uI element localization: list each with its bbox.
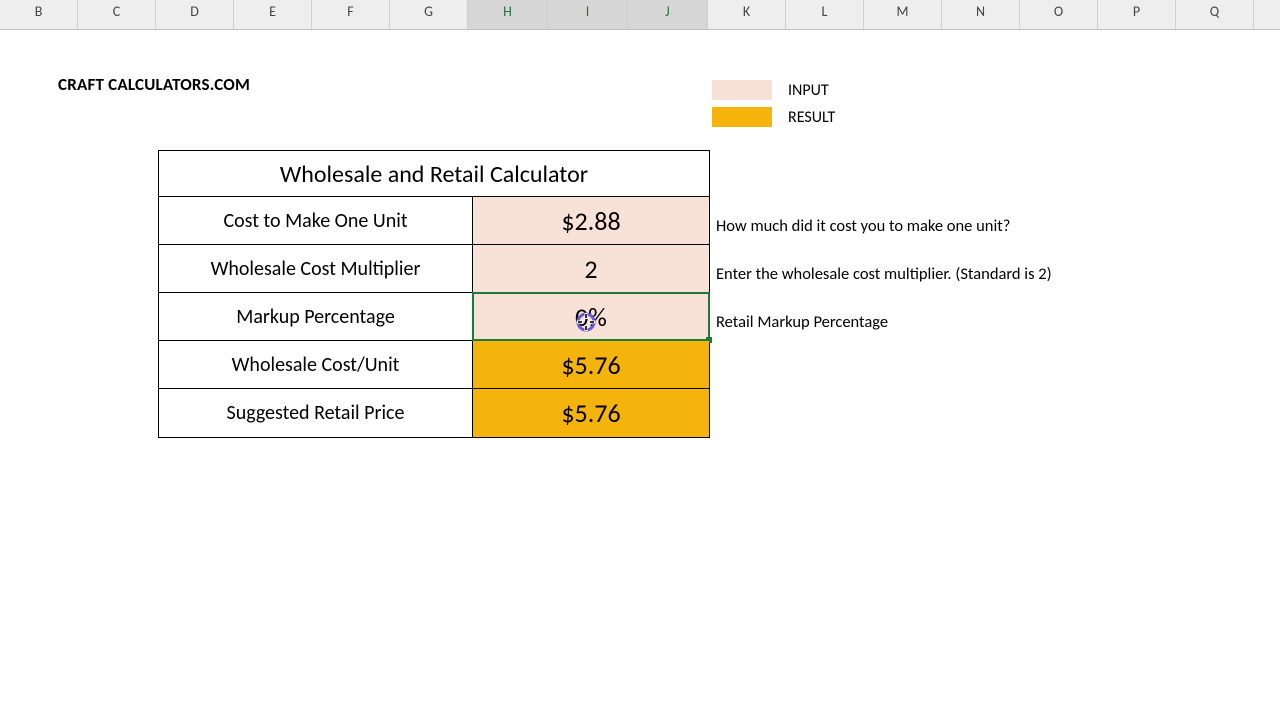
column-header-F[interactable]: F bbox=[312, 0, 390, 29]
column-header-E[interactable]: E bbox=[234, 0, 312, 29]
column-header-Q[interactable]: Q bbox=[1176, 0, 1254, 29]
calc-value-3: $5.76 bbox=[473, 341, 709, 388]
column-header-G[interactable]: G bbox=[390, 0, 468, 29]
column-header-H[interactable]: H bbox=[468, 0, 548, 29]
legend-row-result: RESULT bbox=[712, 105, 835, 129]
hint-2: Retail Markup Percentage bbox=[716, 298, 1052, 346]
column-header-N[interactable]: N bbox=[942, 0, 1020, 29]
brand-title: CRAFT CALCULATORS.COM bbox=[58, 74, 250, 95]
hint-3 bbox=[716, 346, 1052, 394]
column-header-I[interactable]: I bbox=[548, 0, 628, 29]
column-header-L[interactable]: L bbox=[786, 0, 864, 29]
calculator-title: Wholesale and Retail Calculator bbox=[159, 151, 709, 197]
column-header-C[interactable]: C bbox=[78, 0, 156, 29]
legend-swatch-result bbox=[712, 107, 772, 127]
calc-label-0: Cost to Make One Unit bbox=[159, 197, 473, 244]
column-header-P[interactable]: P bbox=[1098, 0, 1176, 29]
calc-value-0[interactable]: $2.88 bbox=[473, 197, 709, 244]
column-header-O[interactable]: O bbox=[1020, 0, 1098, 29]
calc-row-3: Wholesale Cost/Unit$5.76 bbox=[159, 341, 709, 389]
spreadsheet-area[interactable]: CRAFT CALCULATORS.COM INPUT RESULT Whole… bbox=[0, 30, 1280, 720]
hint-4 bbox=[716, 394, 1052, 442]
calc-label-2: Markup Percentage bbox=[159, 293, 473, 340]
hint-0: How much did it cost you to make one uni… bbox=[716, 202, 1052, 250]
calc-row-4: Suggested Retail Price$5.76 bbox=[159, 389, 709, 437]
column-header-D[interactable]: D bbox=[156, 0, 234, 29]
column-header-B[interactable]: B bbox=[0, 0, 78, 29]
hint-column: How much did it cost you to make one uni… bbox=[716, 202, 1052, 442]
calc-row-1: Wholesale Cost Multiplier2 bbox=[159, 245, 709, 293]
column-header-M[interactable]: M bbox=[864, 0, 942, 29]
legend-swatch-input bbox=[712, 80, 772, 100]
calc-row-2: Markup Percentage0% bbox=[159, 293, 709, 341]
legend: INPUT RESULT bbox=[712, 78, 835, 132]
calc-value-4: $5.76 bbox=[473, 389, 709, 437]
legend-label-result: RESULT bbox=[788, 108, 835, 127]
column-header-J[interactable]: J bbox=[628, 0, 708, 29]
calculator-table: Wholesale and Retail Calculator Cost to … bbox=[158, 150, 710, 438]
calc-row-0: Cost to Make One Unit$2.88 bbox=[159, 197, 709, 245]
column-header-K[interactable]: K bbox=[708, 0, 786, 29]
column-header-row: BCDEFGHIJKLMNOPQ bbox=[0, 0, 1280, 30]
legend-label-input: INPUT bbox=[788, 81, 829, 100]
calc-label-3: Wholesale Cost/Unit bbox=[159, 341, 473, 388]
calc-value-1[interactable]: 2 bbox=[473, 245, 709, 292]
calc-label-1: Wholesale Cost Multiplier bbox=[159, 245, 473, 292]
calc-label-4: Suggested Retail Price bbox=[159, 389, 473, 437]
hint-1: Enter the wholesale cost multiplier. (St… bbox=[716, 250, 1052, 298]
calc-value-2[interactable]: 0% bbox=[473, 293, 709, 340]
legend-row-input: INPUT bbox=[712, 78, 835, 102]
